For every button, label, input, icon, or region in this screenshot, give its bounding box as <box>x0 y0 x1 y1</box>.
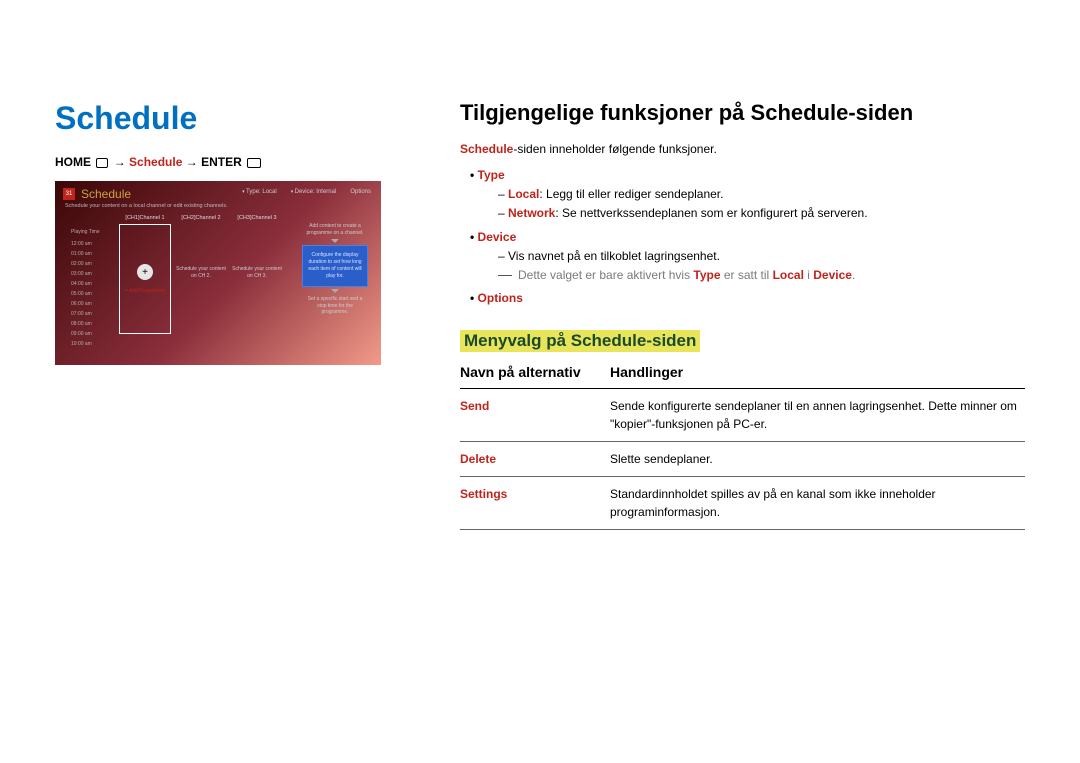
breadcrumb-schedule: Schedule <box>129 155 182 169</box>
sub-text: : Se nettverkssendeplanen som er konfigu… <box>555 206 867 220</box>
schedule-ui-screenshot: 31 Schedule Type: Local Device: Internal… <box>55 181 381 365</box>
table-row: Delete Slette sendeplaner. <box>460 442 1025 477</box>
mock-col-ch1: [CH1]Channel 1 + + Add Programme <box>117 215 173 334</box>
table-row: Settings Standardinnholdet spilles av på… <box>460 477 1025 530</box>
note-dash-icon <box>498 275 512 276</box>
mock-time: 06:00 am <box>71 301 100 307</box>
enter-icon <box>247 158 261 168</box>
th-name: Navn på alternativ <box>460 364 610 389</box>
sub-item: Local: Legg til eller rediger sendeplane… <box>498 185 1025 204</box>
mock-time: 01:00 am <box>71 251 100 257</box>
row-desc: Sende konfigurerte sendeplaner til en an… <box>610 389 1025 442</box>
plus-icon: + <box>137 264 153 280</box>
sub-item: Network: Se nettverkssendeplanen som er … <box>498 204 1025 223</box>
list-item-device: Device Vis navnet på en tilkoblet lagrin… <box>470 228 1025 286</box>
sub-keyword: Network <box>508 206 555 220</box>
mock-time: 12:00 am <box>71 241 100 247</box>
mock-add-programme-box: + + Add Programme <box>119 224 171 334</box>
mock-blue-box: Configure the display duration to set ho… <box>302 245 368 287</box>
mock-col-head: [CH3]Channel 3 <box>237 215 276 221</box>
mock-col-ch3: [CH3]Channel 3 Schedule your content on … <box>229 215 285 334</box>
mock-time: 09:00 am <box>71 331 100 337</box>
breadcrumb-home: HOME <box>55 155 91 169</box>
mock-col-ch2: [CH2]Channel 2 Schedule your content on … <box>173 215 229 334</box>
row-name: Delete <box>460 442 610 477</box>
intro-text: -siden inneholder følgende funksjoner. <box>513 142 716 156</box>
mock-col-text: Schedule your content on CH 3. <box>229 266 285 279</box>
mock-time-column: Playing Time 12:00 am 01:00 am 02:00 am … <box>71 229 100 347</box>
th-actions: Handlinger <box>610 364 1025 389</box>
row-desc: Standardinnholdet spilles av på en kanal… <box>610 477 1025 530</box>
list-item-type: Type Local: Legg til eller rediger sende… <box>470 166 1025 224</box>
sub-item: Vis navnet på en tilkoblet lagringsenhet… <box>498 247 1025 266</box>
breadcrumb-enter: ENTER <box>201 155 242 169</box>
mock-title: Schedule <box>81 187 131 201</box>
mock-side-bot-text: Set a specific start and a stop time for… <box>301 294 369 318</box>
mock-playtime-label: Playing Time <box>71 229 100 235</box>
home-icon <box>96 158 108 168</box>
feature-list: Type Local: Legg til eller rediger sende… <box>470 166 1025 308</box>
calendar-icon: 31 <box>63 188 75 200</box>
mock-time: 10:00 am <box>71 341 100 347</box>
mock-col-head: [CH2]Channel 2 <box>181 215 220 221</box>
row-desc: Slette sendeplaner. <box>610 442 1025 477</box>
intro-para: Schedule-siden inneholder følgende funks… <box>460 140 1025 158</box>
note-text: Dette valget er bare aktivert hvis Type … <box>518 266 855 285</box>
mock-time: 07:00 am <box>71 311 100 317</box>
mock-type-dropdown: Type: Local <box>242 189 277 195</box>
table-header-row: Navn på alternativ Handlinger <box>460 364 1025 389</box>
mock-top-right: Type: Local Device: Internal Options <box>242 189 371 195</box>
mock-subtitle: Schedule your content on a local channel… <box>65 203 373 209</box>
chevron-down-icon <box>331 239 339 243</box>
mock-device-dropdown: Device: Internal <box>291 189 337 195</box>
mock-time: 05:00 am <box>71 291 100 297</box>
chevron-down-icon <box>331 289 339 293</box>
mock-col-head: [CH1]Channel 1 <box>125 215 164 221</box>
mock-time: 02:00 am <box>71 261 100 267</box>
mock-side-panel: Add content to create a programme on a c… <box>301 221 369 318</box>
list-item-options: Options <box>470 289 1025 308</box>
breadcrumb-arrow-2: → <box>182 155 201 169</box>
sub-keyword: Local <box>508 187 539 201</box>
section-heading: Tilgjengelige funksjoner på Schedule-sid… <box>460 100 1025 126</box>
sub-text: Vis navnet på en tilkoblet lagringsenhet… <box>508 249 720 263</box>
row-name: Settings <box>460 477 610 530</box>
intro-keyword: Schedule <box>460 142 513 156</box>
subsection-heading: Menyvalg på Schedule-siden <box>460 330 700 352</box>
mock-options: Options <box>350 189 371 195</box>
page-title: Schedule <box>55 100 400 137</box>
mock-side-top-text: Add content to create a programme on a c… <box>301 221 369 238</box>
breadcrumb: HOME → Schedule → ENTER <box>55 155 400 169</box>
mock-time: 03:00 am <box>71 271 100 277</box>
table-row: Send Sende konfigurerte sendeplaner til … <box>460 389 1025 442</box>
item-name: Options <box>478 291 523 305</box>
note-line: Dette valget er bare aktivert hvis Type … <box>498 266 1025 285</box>
mock-add-label: + Add Programme <box>125 288 165 294</box>
item-name: Device <box>478 230 517 244</box>
options-table: Navn på alternativ Handlinger Send Sende… <box>460 364 1025 530</box>
mock-time: 04:00 am <box>71 281 100 287</box>
mock-time: 08:00 am <box>71 321 100 327</box>
mock-col-text: Schedule your content on CH 2. <box>173 266 229 279</box>
sub-text: : Legg til eller rediger sendeplaner. <box>539 187 723 201</box>
row-name: Send <box>460 389 610 442</box>
item-name: Type <box>478 168 505 182</box>
breadcrumb-arrow-1: → <box>114 155 129 169</box>
